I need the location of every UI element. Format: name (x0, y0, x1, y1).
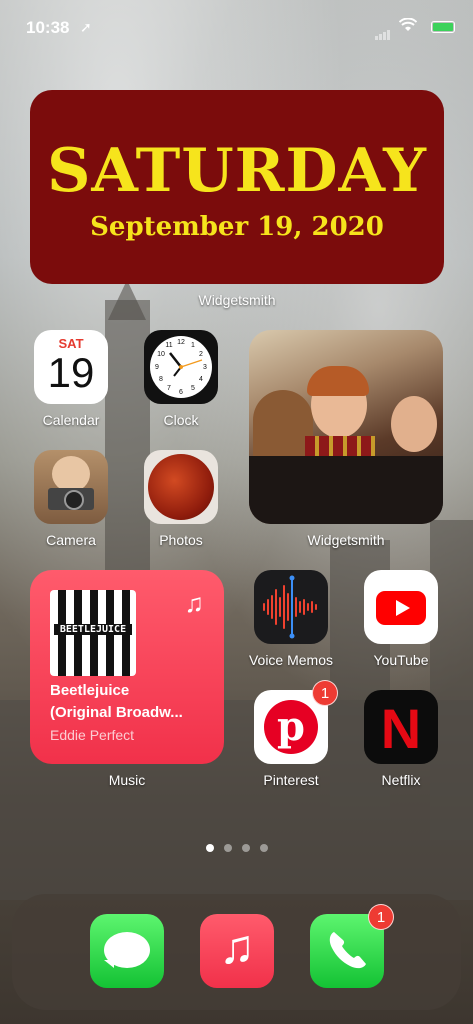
svg-text:10: 10 (157, 351, 165, 358)
phone-badge: 1 (368, 904, 394, 930)
date-widget-label: Widgetsmith (198, 292, 276, 308)
svg-text:9: 9 (155, 364, 159, 371)
cellular-signal-icon (375, 22, 391, 40)
svg-text:3: 3 (203, 364, 207, 371)
widget-date: September 19, 2020 (90, 212, 384, 242)
svg-text:8: 8 (159, 376, 163, 383)
messages-icon[interactable] (90, 914, 164, 988)
camera-label: Camera (46, 532, 96, 548)
photo-scarf (305, 436, 375, 456)
svg-text:6: 6 (179, 389, 183, 396)
photo-robes (249, 456, 443, 524)
svg-text:2: 2 (199, 351, 203, 358)
music-widget[interactable]: BEETLEJUICE ♫ Beetlejuice (Original Broa… (30, 570, 224, 764)
waveform-icon (263, 575, 317, 639)
music-note-icon: ♫ (184, 588, 205, 618)
music-artist: Eddie Perfect (50, 727, 135, 743)
calendar-app-icon[interactable]: SAT 19 (34, 330, 108, 404)
battery-icon (431, 21, 455, 33)
camera-app-icon[interactable] (34, 450, 108, 524)
photos-moon (148, 454, 214, 520)
album-art: BEETLEJUICE (50, 590, 136, 676)
clock-face-icon: 12 123 4567 891011 (150, 336, 212, 398)
photo-person-center-hair (307, 366, 369, 396)
svg-text:4: 4 (199, 376, 203, 383)
album-art-title: BEETLEJUICE (54, 624, 132, 635)
page-dot (223, 844, 232, 852)
photo-widget[interactable] (249, 330, 443, 524)
svg-text:5: 5 (191, 385, 195, 392)
svg-text:1: 1 (191, 342, 195, 349)
castle-tower-far-right (430, 520, 473, 840)
music-note-icon[interactable]: ♫ (200, 914, 274, 988)
calendar-label: Calendar (42, 412, 100, 428)
voice-memos-app-icon[interactable] (254, 570, 328, 644)
pinterest-badge: 1 (312, 680, 338, 706)
messages-bubble-tail (104, 960, 114, 968)
pinterest-label: Pinterest (263, 772, 319, 788)
music-label: Music (108, 772, 146, 788)
svg-text:7: 7 (167, 385, 171, 392)
photos-label: Photos (159, 532, 203, 548)
status-time: 10:38 (26, 18, 70, 37)
svg-text:12: 12 (177, 339, 185, 346)
camera-photo-face (52, 456, 90, 492)
calendar-day: 19 (47, 349, 95, 396)
page-dot (205, 844, 214, 852)
page-indicator[interactable] (0, 839, 473, 857)
widget-day: SATURDAY (47, 136, 427, 206)
netflix-logo-icon: N (380, 697, 422, 760)
youtube-app-icon[interactable] (364, 570, 438, 644)
svg-text:11: 11 (165, 342, 172, 349)
youtube-label: YouTube (373, 652, 429, 668)
clock-label: Clock (163, 412, 199, 428)
camera-lens (64, 490, 84, 510)
pinterest-logo-icon: p (264, 700, 318, 754)
photos-app-icon[interactable] (144, 450, 218, 524)
status-bar: 10:38 ➚ (0, 0, 473, 54)
page-dot (241, 844, 250, 852)
date-widget[interactable]: SATURDAY September 19, 2020 (30, 90, 444, 284)
wifi-icon (398, 17, 418, 37)
photo-person-right-face (391, 396, 437, 452)
music-subtitle: (Original Broadw... (50, 704, 183, 721)
netflix-label: Netflix (381, 772, 421, 788)
music-title: Beetlejuice (50, 682, 130, 699)
voice-memos-label: Voice Memos (248, 652, 334, 668)
photo-widget-label: Widgetsmith (307, 532, 385, 548)
page-dot (259, 844, 268, 852)
clock-app-icon[interactable]: 12 1 2 3 4567 8 9 10 11 (144, 330, 218, 404)
youtube-logo-icon (376, 591, 426, 625)
netflix-app-icon[interactable]: N (364, 690, 438, 764)
location-arrow-icon: ➚ (80, 19, 92, 35)
